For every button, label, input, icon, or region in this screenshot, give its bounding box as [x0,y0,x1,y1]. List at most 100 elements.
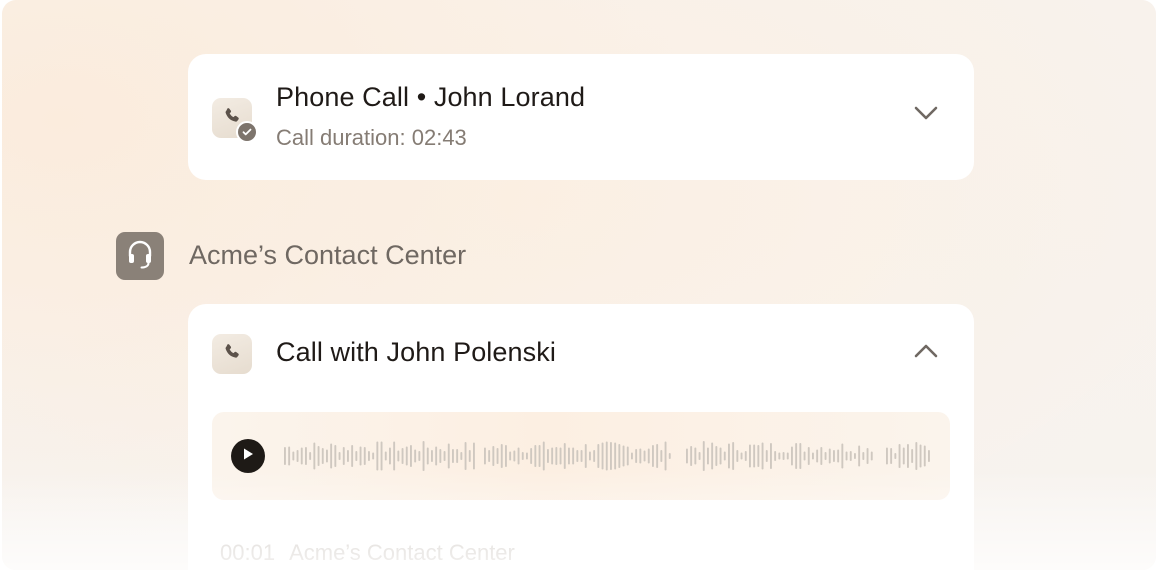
waveform-bar [305,447,307,465]
waveform-bar [652,445,654,467]
waveform-bar [326,449,328,463]
waveform-bar [639,448,642,464]
waveform-bar [643,450,646,462]
waveform-bar [915,442,918,470]
waveform-bar [401,448,404,464]
waveform-bar [898,444,901,468]
waveform-bar [334,445,337,467]
waveform-bar [812,452,814,460]
waveform-bar [414,449,417,463]
waveform-bar [782,452,785,460]
waveform-bar [911,449,914,463]
waveform-bar [622,445,625,467]
active-call-icon-tile [212,334,252,374]
waveform-bar [496,448,499,464]
waveform-bar [488,450,491,462]
waveform-bar [778,452,781,460]
waveform-bar [397,450,400,462]
waveform-bar [770,443,772,469]
waveform-bar [431,450,433,462]
waveform-bar [732,442,735,470]
waveform-bar [894,453,897,459]
waveform-bar [542,441,545,471]
headset-icon [126,239,154,274]
audio-waveform[interactable] [284,432,934,480]
phone-call-card[interactable]: Phone Call • John Lorand Call duration: … [188,54,974,180]
contact-center-name: Acme’s Contact Center [189,240,467,270]
waveform-bar [635,449,638,463]
waveform-bar [389,447,391,465]
waveform-bar [711,442,714,470]
waveform-bar [902,447,905,465]
waveform-bar [309,452,312,460]
waveform-bar [749,444,751,468]
waveform-bar [803,451,806,461]
waveform-bar [824,452,827,460]
phone-icon [222,342,242,367]
active-call-card[interactable]: Call with John Polenski 00:01 Acme’s Cont… [188,304,974,570]
waveform-bar [799,443,802,469]
waveform-bar [359,446,362,466]
waveform-bar [372,452,375,460]
waveform-bar [753,444,756,468]
waveform-bar [890,448,893,464]
chevron-up-icon [913,343,939,364]
waveform-bar [288,446,291,466]
waveform-bar [668,453,671,459]
waveform-bar [786,452,789,460]
chevron-down-icon [913,105,939,126]
waveform-bar [484,447,486,465]
waveform-bar [686,448,688,464]
waveform-bar [601,442,604,470]
waveform-bar [418,451,421,461]
waveform-bar [919,444,922,468]
waveform-bar [405,446,408,466]
waveform-bar [849,451,852,461]
waveform-bar [580,450,583,462]
waveform-bar [656,444,659,468]
collapse-button[interactable] [912,339,940,367]
waveform-bar [460,452,463,460]
waveform-bar [660,450,663,462]
transcript-timestamp: 00:01 [220,540,276,565]
waveform-bar [342,447,345,465]
waveform-bar [426,447,429,465]
waveform-bar [347,450,349,462]
waveform-bar [828,448,831,464]
expand-button[interactable] [912,101,940,129]
waveform-bar [500,444,503,468]
waveform-bar [618,444,621,468]
waveform-bar [435,446,438,466]
transcript-entry: 00:01 Acme’s Contact Center [220,540,515,566]
waveform-bar [300,447,303,465]
waveform-bar [761,442,764,470]
call-duration: Call duration: 02:43 [276,125,467,150]
waveform-bar [833,450,835,462]
phone-call-icon-tile [212,98,258,143]
waveform-bar [509,451,512,461]
waveform-bar [862,452,865,460]
waveform-bar [698,452,701,460]
waveform-bar [530,448,533,464]
waveform-bar [589,451,591,461]
waveform-bar [854,453,856,459]
waveform-bar [744,451,747,461]
waveform-bar [521,452,524,460]
waveform-bar [690,446,693,466]
waveform-bar [593,450,596,462]
waveform-bar [858,445,861,467]
waveform-bar [807,447,810,465]
waveform-bar [572,447,575,465]
waveform-bar [464,442,467,470]
waveform-bar [317,446,320,466]
waveform-bar [380,441,383,471]
waveform-bar [338,452,341,460]
waveform-bar [614,442,617,470]
play-icon [242,447,254,466]
waveform-bar [330,443,333,469]
waveform-bar [422,441,425,471]
play-button[interactable] [231,439,265,473]
waveform-bar [513,450,516,462]
waveform-bar [928,450,930,462]
waveform-bar [791,446,793,466]
